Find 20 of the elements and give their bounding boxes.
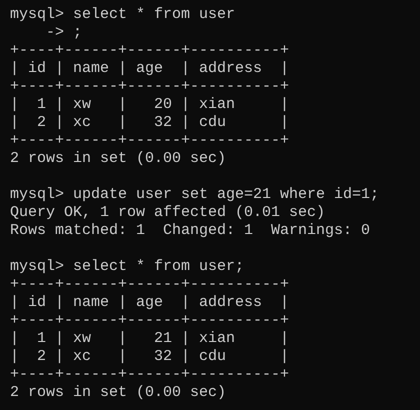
terminal-line: | 1 | xw | 20 | xian | [10,96,290,114]
terminal-line: +----+------+------+----------+ [10,42,290,60]
terminal-line: 2 rows in set (0.00 sec) [10,150,228,168]
terminal-line: +----+------+------+----------+ [10,132,290,150]
terminal-line: | 1 | xw | 21 | xian | [10,330,290,348]
terminal-line: 2 rows in set (0.00 sec) [10,384,228,402]
terminal-line: Query OK, 1 row affected (0.01 sec) [10,204,326,222]
terminal-line: +----+------+------+----------+ [10,276,290,294]
terminal-line: +----+------+------+----------+ [10,78,290,96]
terminal-line: +----+------+------+----------+ [10,312,290,330]
terminal-line: | 2 | xc | 32 | cdu | [10,348,290,366]
terminal-line: mysql> update user set age=21 where id=1; [10,186,380,204]
terminal-line: mysql> select * from user; [10,258,246,276]
terminal-line: | id | name | age | address | [10,294,290,312]
terminal-line: -> ; [45,24,84,42]
terminal-line: +----+------+------+----------+ [10,366,290,384]
terminal-line: | 2 | xc | 32 | cdu | [10,114,290,132]
terminal-line: Rows matched: 1 Changed: 1 Warnings: 0 [10,222,372,240]
terminal-line: | id | name | age | address | [10,60,290,78]
terminal-line: mysql> select * from user [10,6,236,24]
